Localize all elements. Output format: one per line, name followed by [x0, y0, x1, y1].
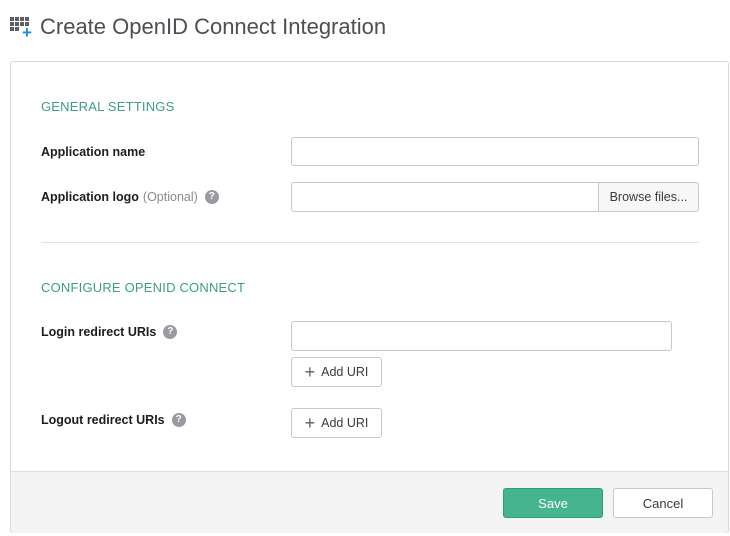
help-icon[interactable]: ? [171, 413, 186, 427]
app-grid-add-icon: + [10, 15, 34, 41]
application-name-label-text: Application name [41, 145, 146, 159]
application-logo-file-picker: Browse files... [291, 182, 699, 212]
form-footer: Save Cancel [11, 471, 728, 533]
plus-icon: + [304, 413, 316, 433]
section-divider [41, 242, 699, 243]
login-redirect-label: Login redirect URIs ? [41, 325, 178, 339]
plus-icon: + [304, 362, 316, 382]
logout-redirect-label-text: Logout redirect URIs [41, 413, 165, 427]
configure-openid-heading: CONFIGURE OPENID CONNECT [41, 280, 246, 295]
optional-tag: (Optional) [142, 190, 198, 204]
application-logo-label-text: Application logo [41, 190, 139, 204]
add-logout-uri-label: Add URI [321, 416, 369, 430]
application-logo-label: Application logo (Optional) ? [41, 190, 219, 204]
add-logout-uri-button[interactable]: + Add URI [291, 408, 382, 438]
integration-form-panel: GENERAL SETTINGS Application name Applic… [10, 61, 729, 533]
page-header: + Create OpenID Connect Integration [10, 12, 386, 42]
page-title: Create OpenID Connect Integration [40, 14, 387, 39]
application-name-label: Application name [41, 145, 145, 159]
login-redirect-label-text: Login redirect URIs [41, 325, 157, 339]
general-settings-heading: GENERAL SETTINGS [41, 99, 175, 114]
application-logo-input[interactable] [291, 182, 598, 212]
cancel-button[interactable]: Cancel [613, 488, 713, 518]
logout-redirect-label: Logout redirect URIs ? [41, 413, 186, 427]
save-button[interactable]: Save [503, 488, 603, 518]
add-login-uri-button[interactable]: + Add URI [291, 357, 382, 387]
application-name-input[interactable] [291, 137, 699, 166]
browse-files-button[interactable]: Browse files... [598, 182, 699, 212]
help-icon[interactable]: ? [163, 325, 178, 339]
help-icon[interactable]: ? [204, 190, 219, 204]
login-redirect-uri-input[interactable] [291, 321, 672, 351]
add-login-uri-label: Add URI [321, 365, 369, 379]
